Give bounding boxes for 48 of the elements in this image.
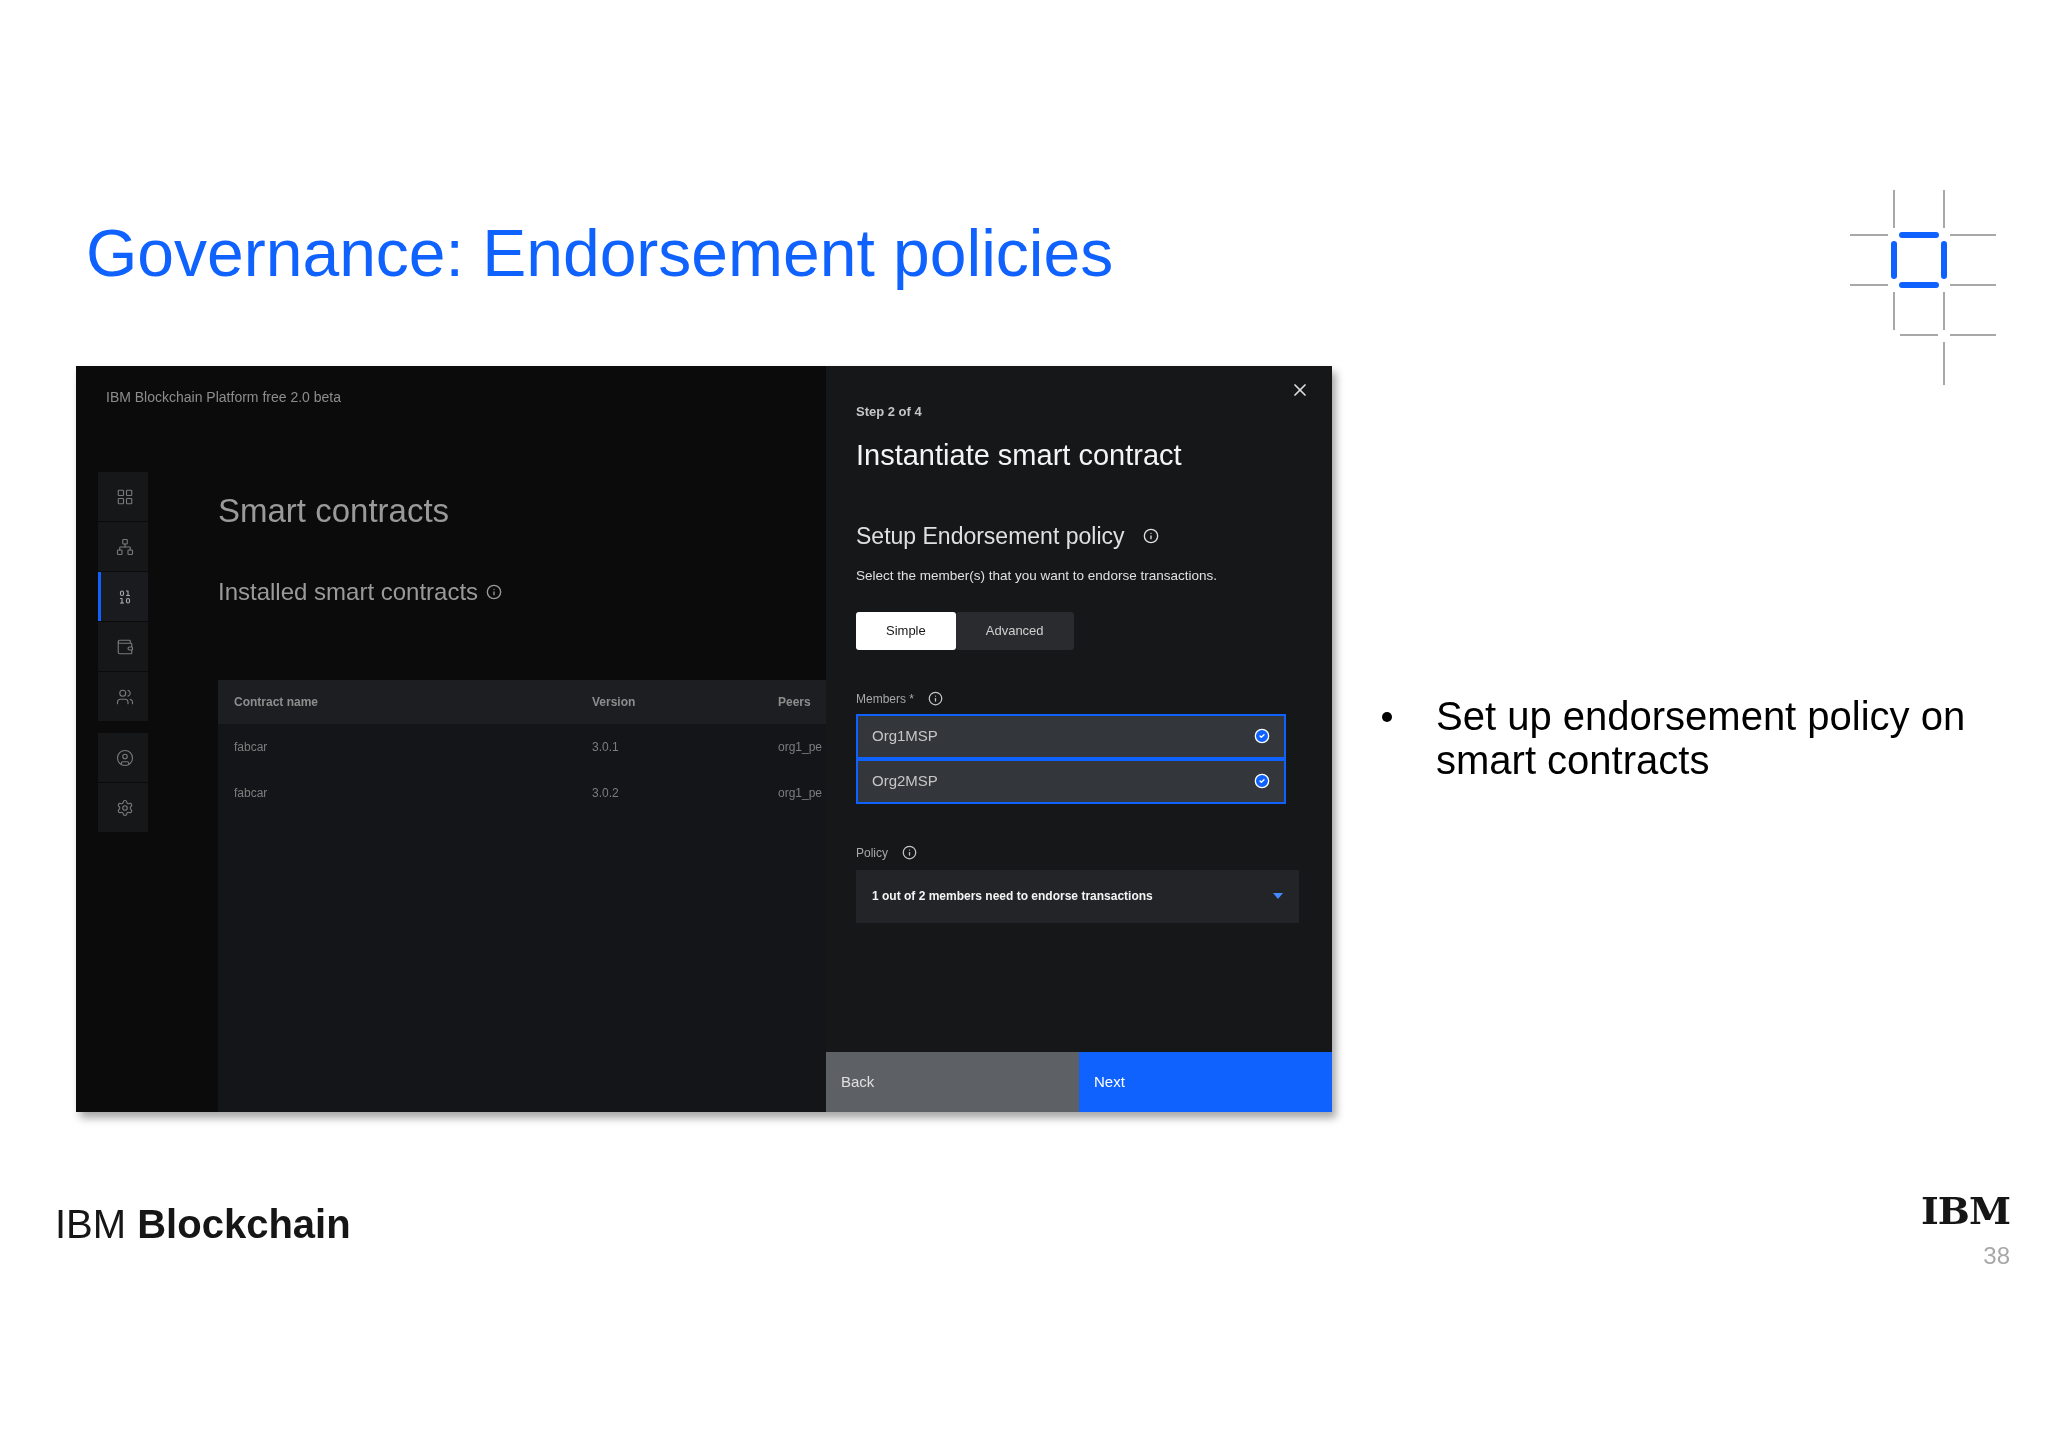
sidebar-item[interactable] [98,672,148,721]
section-title: Installed smart contracts [218,576,479,607]
sidebar-item[interactable] [98,733,148,782]
sidebar-item[interactable] [98,622,148,671]
users-icon [115,687,134,706]
table-cell-text: fabcar [233,738,269,756]
step-label: Step 2 of 4 [856,403,922,421]
table-cell-text: fabcar [233,784,269,802]
sidebar-item[interactable] [98,522,148,571]
section-description: Select the member(s) that you want to endorse transactions. [856,566,1217,585]
app-header: IBM Blockchain Platform free 2.0 beta [106,388,341,407]
section-heading: Setup Endorsement policy [856,522,1125,551]
column-header: Peers [778,693,812,711]
info-icon [1142,528,1159,545]
settings-icon [115,798,134,817]
bullet-icon [1382,712,1392,722]
column-header: Version [592,693,637,711]
brand-name: IBM Blockchain [55,1201,351,1248]
sidebar-item[interactable] [98,472,148,521]
policy-label: Policy [856,844,888,862]
column-header: Contract name [233,693,320,711]
grid-icon [115,487,134,506]
table-cell-text: org1_pe [778,738,824,756]
mode-tab[interactable]: Simple [856,611,956,650]
sidebar-item[interactable] [98,572,148,621]
bullet-text: Set up endorsement policy on smart contracts [1436,694,1967,782]
table-cell-text: 3.0.2 [592,784,620,802]
info-icon [902,845,917,861]
next-button[interactable]: Next [1079,1052,1332,1112]
panel-title: Instantiate smart contract [856,437,1182,473]
policy-dropdown[interactable]: 1 out of 2 members need to endorse transactions [856,869,1299,923]
caret-icon [1273,893,1283,900]
wallet-icon [115,637,134,656]
info-icon [928,691,943,707]
sidebar-item[interactable] [98,783,148,832]
member-option[interactable]: Org1MSP [856,713,1286,759]
members-label: Members * [856,690,914,708]
mode-tab[interactable]: Advanced [955,611,1074,650]
member-option[interactable]: Org2MSP [856,758,1286,804]
table-cell-text: org1_pe [778,784,824,802]
ibm-logo: IBM [1921,1192,2010,1230]
network-icon [115,537,134,556]
page-number: 38 [1983,1241,2010,1271]
user-circle-icon [115,748,134,767]
back-button[interactable]: Back [826,1052,1079,1112]
table-cell-text: 3.0.1 [592,738,620,756]
info-icon [486,583,503,600]
page-title: Smart contracts [218,491,450,531]
